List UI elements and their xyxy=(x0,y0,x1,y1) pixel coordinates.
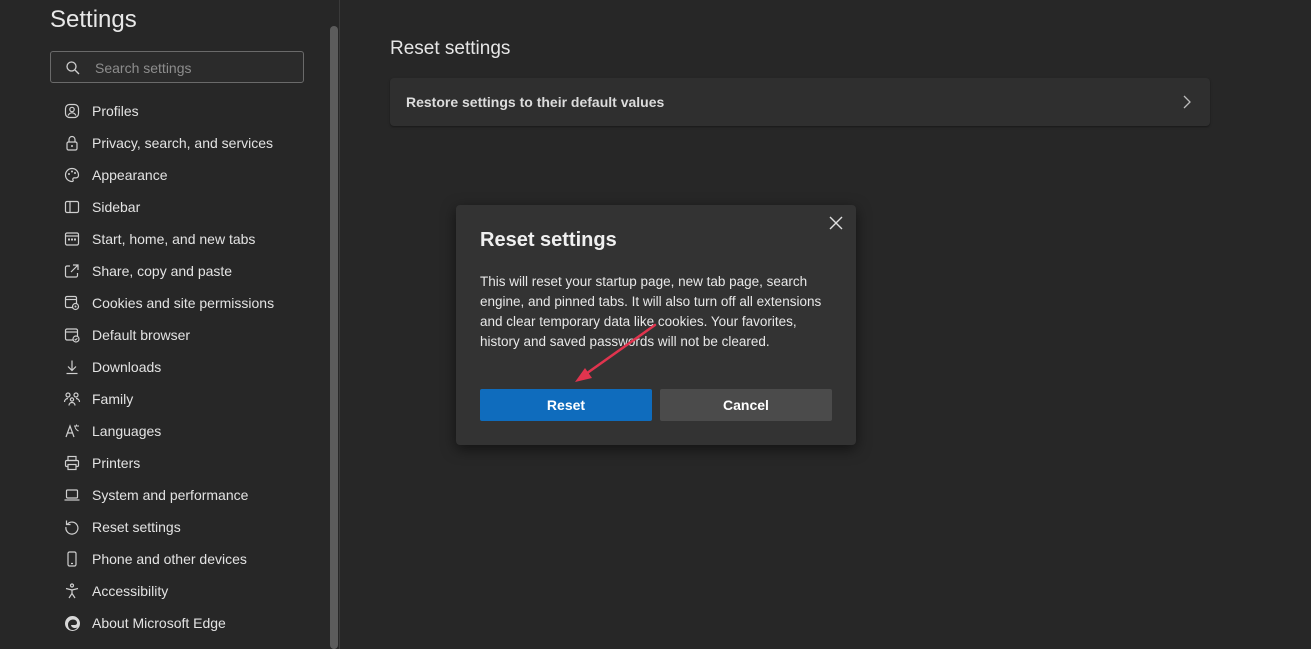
sidebar-item-label: Printers xyxy=(92,455,141,471)
reset-button[interactable]: Reset xyxy=(480,389,652,421)
restore-defaults-label: Restore settings to their default values xyxy=(406,94,665,110)
sidebar-item-family[interactable]: Family xyxy=(54,383,324,415)
sidebar-item-label: About Microsoft Edge xyxy=(92,615,226,631)
search-icon xyxy=(66,61,80,75)
home-icon xyxy=(62,229,82,249)
dialog-message: This will reset your startup page, new t… xyxy=(480,274,822,349)
lock-icon xyxy=(62,133,82,153)
sidebar-item-cookies[interactable]: Cookies and site permissions xyxy=(54,287,324,319)
dialog-title: Reset settings xyxy=(480,229,617,251)
sidebar-item-reset[interactable]: Reset settings xyxy=(54,511,324,543)
sidebar-item-appearance[interactable]: Appearance xyxy=(54,159,324,191)
family-icon xyxy=(62,389,82,409)
browser-icon xyxy=(62,325,82,345)
restore-defaults-row[interactable]: Restore settings to their default values xyxy=(390,78,1210,126)
sidebar-item-languages[interactable]: Languages xyxy=(54,415,324,447)
cookies-icon xyxy=(62,293,82,313)
download-icon xyxy=(62,357,82,377)
sidebar-item-privacy[interactable]: Privacy, search, and services xyxy=(54,127,324,159)
sidebar-item-label: Privacy, search, and services xyxy=(92,135,274,151)
settings-title: Settings xyxy=(50,6,137,33)
sidebar-item-label: Family xyxy=(92,391,134,407)
languages-icon xyxy=(62,421,82,441)
edge-logo-icon xyxy=(62,613,82,633)
chevron-right-icon xyxy=(1183,95,1191,109)
search-input[interactable] xyxy=(95,58,295,78)
appearance-icon xyxy=(62,165,82,185)
sidebar-item-label: Downloads xyxy=(92,359,162,375)
search-box[interactable] xyxy=(50,51,304,83)
sidebar-item-label: Accessibility xyxy=(92,583,169,599)
sidebar: Settings Profiles Privacy, search, and s… xyxy=(0,0,340,649)
sidebar-item-downloads[interactable]: Downloads xyxy=(54,351,324,383)
sidebar-item-label: Start, home, and new tabs xyxy=(92,231,256,247)
reset-dialog: Reset settings This will reset your star… xyxy=(456,205,856,445)
sidebar-item-phone[interactable]: Phone and other devices xyxy=(54,543,324,575)
sidebar-item-profiles[interactable]: Profiles xyxy=(54,95,324,127)
sidebar-item-label: System and performance xyxy=(92,487,249,503)
sidebar-item-label: Cookies and site permissions xyxy=(92,295,275,311)
printer-icon xyxy=(62,453,82,473)
sidebar-item-label: Sidebar xyxy=(92,199,141,215)
phone-icon xyxy=(62,549,82,569)
sidebar-icon xyxy=(62,197,82,217)
laptop-icon xyxy=(62,485,82,505)
sidebar-item-about[interactable]: About Microsoft Edge xyxy=(54,607,324,639)
cancel-button[interactable]: Cancel xyxy=(660,389,832,421)
sidebar-item-label: Phone and other devices xyxy=(92,551,247,567)
sidebar-item-accessibility[interactable]: Accessibility xyxy=(54,575,324,607)
share-icon xyxy=(62,261,82,281)
reset-icon xyxy=(62,517,82,537)
sidebar-item-label: Languages xyxy=(92,423,162,439)
sidebar-item-label: Default browser xyxy=(92,327,191,343)
accessibility-icon xyxy=(62,581,82,601)
sidebar-item-label: Profiles xyxy=(92,103,139,119)
sidebar-item-label: Appearance xyxy=(92,167,168,183)
sidebar-item-share[interactable]: Share, copy and paste xyxy=(54,255,324,287)
sidebar-item-sidebar[interactable]: Sidebar xyxy=(54,191,324,223)
page-title: Reset settings xyxy=(390,38,511,59)
close-icon[interactable] xyxy=(828,215,844,231)
sidebar-item-label: Reset settings xyxy=(92,519,181,535)
sidebar-item-default-browser[interactable]: Default browser xyxy=(54,319,324,351)
sidebar-item-system[interactable]: System and performance xyxy=(54,479,324,511)
sidebar-scrollbar[interactable] xyxy=(330,26,338,649)
sidebar-item-start-home[interactable]: Start, home, and new tabs xyxy=(54,223,324,255)
sidebar-item-label: Share, copy and paste xyxy=(92,263,233,279)
sidebar-nav: Profiles Privacy, search, and services A… xyxy=(54,95,324,639)
profile-icon xyxy=(62,101,82,121)
sidebar-item-printers[interactable]: Printers xyxy=(54,447,324,479)
